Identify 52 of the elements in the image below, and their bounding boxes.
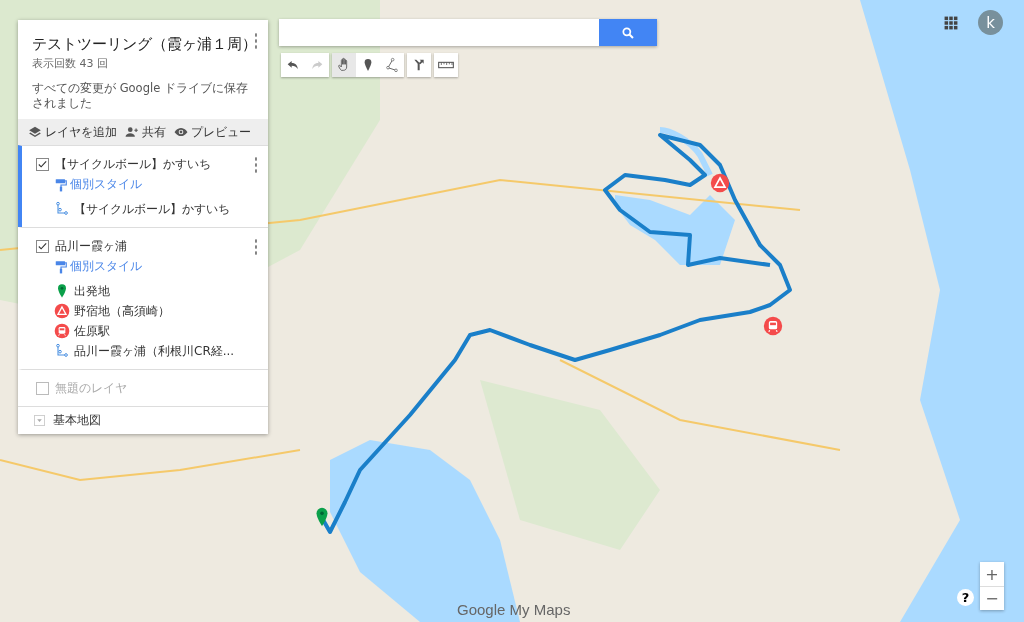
save-status: すべての変更が Google ドライブに保存されました bbox=[32, 81, 249, 111]
paint-roller-icon bbox=[54, 176, 68, 193]
layer-item[interactable]: 【サイクルボール】かすいち bbox=[54, 199, 230, 219]
preview-button[interactable]: プレビュー bbox=[174, 123, 251, 141]
style-link[interactable]: 個別スタイル bbox=[54, 176, 142, 193]
layer-checkbox[interactable] bbox=[36, 157, 49, 171]
undo-button[interactable] bbox=[281, 53, 305, 77]
more-options-button[interactable] bbox=[252, 32, 260, 50]
layer-item[interactable]: 品川ー霞ヶ浦（利根川CR経... bbox=[54, 341, 235, 361]
layer-item[interactable]: 出発地 bbox=[54, 281, 110, 301]
checkmark-icon bbox=[37, 158, 48, 170]
google-my-maps-logo: Google My Maps bbox=[457, 601, 571, 618]
ruler-button[interactable] bbox=[434, 53, 458, 77]
layer-section[interactable]: 【サイクルボール】かすいち 個別スタイル 【サイクルボール】かすいち bbox=[18, 145, 268, 227]
line-icon bbox=[54, 201, 70, 217]
directions-button[interactable] bbox=[407, 53, 431, 77]
train-icon bbox=[763, 316, 783, 336]
layer-name[interactable]: 【サイクルボール】かすいち bbox=[55, 155, 211, 173]
layers-icon bbox=[28, 125, 42, 139]
view-count: 表示回数 43 回 bbox=[32, 56, 109, 71]
paint-roller-icon bbox=[54, 258, 68, 275]
search-button[interactable] bbox=[599, 19, 657, 46]
search-field[interactable] bbox=[279, 19, 599, 46]
checkmark-icon bbox=[37, 240, 48, 252]
more-options-button[interactable] bbox=[252, 238, 260, 256]
more-options-icon bbox=[252, 32, 260, 50]
more-options-icon bbox=[252, 156, 260, 174]
marker-button[interactable] bbox=[356, 53, 380, 77]
share-button[interactable]: 共有 bbox=[125, 123, 166, 141]
eye-icon bbox=[174, 125, 188, 139]
zoom-in-button[interactable]: + bbox=[980, 562, 1004, 586]
layer-name[interactable]: 品川ー霞ヶ浦 bbox=[55, 237, 127, 255]
layer-item[interactable]: 野宿地（高須崎） bbox=[54, 301, 170, 321]
more-options-icon bbox=[252, 238, 260, 256]
dropdown-icon bbox=[34, 415, 45, 426]
search-icon bbox=[621, 25, 635, 40]
add-person-icon bbox=[125, 125, 139, 139]
hand-button[interactable] bbox=[332, 53, 356, 77]
line-icon bbox=[384, 57, 400, 73]
layer-checkbox[interactable] bbox=[36, 239, 49, 253]
style-link[interactable]: 個別スタイル bbox=[54, 258, 142, 275]
zoom-out-button[interactable]: − bbox=[980, 586, 1004, 610]
apps-grid-icon bbox=[944, 15, 958, 30]
layer-item[interactable]: 佐原駅 bbox=[54, 321, 110, 341]
map-title[interactable]: テストツーリング（霞ヶ浦１周） bbox=[32, 35, 256, 54]
apps-button[interactable] bbox=[944, 15, 958, 30]
line-icon bbox=[54, 343, 70, 359]
base-map-label[interactable]: 基本地図 bbox=[53, 412, 101, 429]
more-options-button[interactable] bbox=[252, 156, 260, 174]
train-icon bbox=[54, 323, 70, 339]
layer-section[interactable]: 品川ー霞ヶ浦 個別スタイル 出発地 野宿地（高須崎） 佐原駅 品川ー霞ヶ浦（利根川CR経... bbox=[18, 227, 268, 369]
add-layer-button[interactable]: レイヤを追加 bbox=[28, 123, 117, 141]
